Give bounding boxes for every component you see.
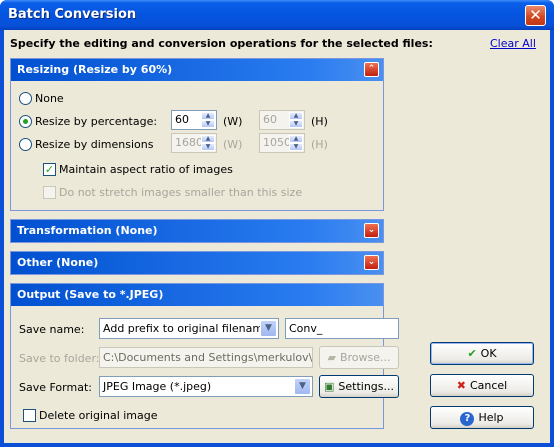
cancel-x-icon: ✖ [456, 379, 466, 392]
dimension-height-stepper[interactable]: ▲ ▼ [289, 135, 303, 151]
save-folder-label: Save to folder: [19, 352, 100, 365]
save-name-select[interactable]: Add prefix to original filename ▼ [99, 318, 279, 339]
save-name-value: Add prefix to original filename [103, 322, 270, 335]
maintain-aspect-checkbox[interactable]: ✓ [43, 163, 56, 176]
settings-image-icon: ▣ [323, 380, 335, 393]
delete-original-label: Delete original image [39, 409, 158, 422]
save-format-select[interactable]: JPEG Image (*.jpeg) ▼ [99, 376, 313, 397]
instructions-text: Specify the editing and conversion opera… [10, 37, 433, 50]
title-bar[interactable]: Batch Conversion ✕ [0, 0, 554, 30]
save-folder-value: C:\Documents and Settings\merkulov\Мои [103, 351, 313, 364]
no-stretch-checkbox[interactable] [43, 186, 56, 199]
maintain-aspect-label: Maintain aspect ratio of images [59, 163, 233, 176]
dimension-height-spinner[interactable]: 1050 ▲ ▼ [259, 133, 305, 153]
resizing-panel-title: Resizing (Resize by 60%) [17, 63, 173, 76]
dimension-height-value: 1050 [263, 136, 291, 149]
cancel-label: Cancel [469, 379, 508, 392]
checkmark-icon: ✔ [467, 347, 477, 360]
save-folder-input[interactable]: C:\Documents and Settings\merkulov\Мои [99, 347, 313, 368]
resize-none-label: None [35, 92, 64, 105]
dimension-width-stepper[interactable]: ▲ ▼ [201, 135, 215, 151]
other-panel-title: Other (None) [17, 256, 99, 269]
percent-height-stepper[interactable]: ▲ ▼ [289, 112, 303, 128]
ok-button[interactable]: ✔ OK [430, 342, 534, 365]
percent-width-value: 60 [175, 113, 189, 126]
settings-button[interactable]: ▣ Settings... [319, 375, 399, 398]
dimension-width-unit: (W) [223, 138, 243, 151]
other-panel: Other (None) ⌄ [10, 251, 384, 275]
help-question-icon: ? [460, 412, 475, 426]
save-name-label: Save name: [19, 323, 85, 336]
cancel-button[interactable]: ✖ Cancel [430, 374, 534, 397]
resize-by-percentage-label: Resize by percentage: [35, 115, 158, 128]
resize-by-percentage-radio[interactable] [19, 115, 32, 128]
browse-button[interactable]: ▰ Browse... [319, 346, 399, 369]
close-button[interactable]: ✕ [525, 5, 546, 26]
chevron-down-icon[interactable]: ▼ [260, 320, 277, 337]
prefix-value: Conv_ [289, 322, 323, 335]
chevron-down-icon[interactable]: ⌄ [364, 255, 379, 270]
percent-height-spinner[interactable]: 60 ▲ ▼ [259, 110, 305, 130]
chevron-up-icon[interactable]: ⌃ [364, 62, 379, 77]
transformation-panel: Transformation (None) ⌄ [10, 219, 384, 243]
other-panel-header[interactable]: Other (None) ⌄ [11, 252, 383, 274]
transformation-panel-title: Transformation (None) [17, 224, 158, 237]
resizing-panel: Resizing (Resize by 60%) ⌃ None Resize b… [10, 58, 384, 211]
close-icon: ✕ [529, 6, 542, 24]
resize-by-dimensions-radio[interactable] [19, 138, 32, 151]
dimension-width-value: 1680 [175, 136, 203, 149]
settings-label: Settings... [338, 380, 394, 393]
browse-label: Browse... [339, 351, 391, 364]
output-panel-header: Output (Save to *.JPEG) [11, 284, 383, 306]
help-button[interactable]: ? Help [430, 406, 534, 429]
percent-height-value: 60 [263, 113, 277, 126]
percent-height-unit: (H) [311, 115, 328, 128]
output-panel-title: Output (Save to *.JPEG) [17, 288, 164, 301]
percent-width-spinner[interactable]: 60 ▲ ▼ [171, 110, 217, 130]
folder-icon: ▰ [327, 351, 336, 364]
save-format-label: Save Format: [19, 381, 92, 394]
save-format-value: JPEG Image (*.jpeg) [103, 380, 212, 393]
output-panel: Output (Save to *.JPEG) Save name: Add p… [10, 283, 399, 429]
percent-width-stepper[interactable]: ▲ ▼ [201, 112, 215, 128]
dialog-body: Specify the editing and conversion opera… [4, 30, 550, 443]
clear-all-link[interactable]: Clear All [490, 37, 536, 50]
chevron-down-icon[interactable]: ▼ [294, 378, 311, 395]
help-label: Help [478, 411, 504, 424]
window-title: Batch Conversion [8, 7, 137, 22]
chevron-down-icon[interactable]: ⌄ [364, 223, 379, 238]
resize-none-radio[interactable] [19, 92, 32, 105]
resize-by-dimensions-label: Resize by dimensions [35, 138, 154, 151]
dimension-height-unit: (H) [311, 138, 328, 151]
delete-original-checkbox[interactable] [23, 409, 36, 422]
resizing-panel-header[interactable]: Resizing (Resize by 60%) ⌃ [11, 59, 383, 81]
prefix-input[interactable]: Conv_ [285, 318, 399, 339]
transformation-panel-header[interactable]: Transformation (None) ⌄ [11, 220, 383, 242]
percent-width-unit: (W) [223, 115, 243, 128]
no-stretch-label: Do not stretch images smaller than this … [59, 186, 303, 199]
batch-conversion-window: Batch Conversion ✕ Specify the editing a… [0, 0, 554, 447]
dimension-width-spinner[interactable]: 1680 ▲ ▼ [171, 133, 217, 153]
ok-label: OK [480, 347, 497, 360]
